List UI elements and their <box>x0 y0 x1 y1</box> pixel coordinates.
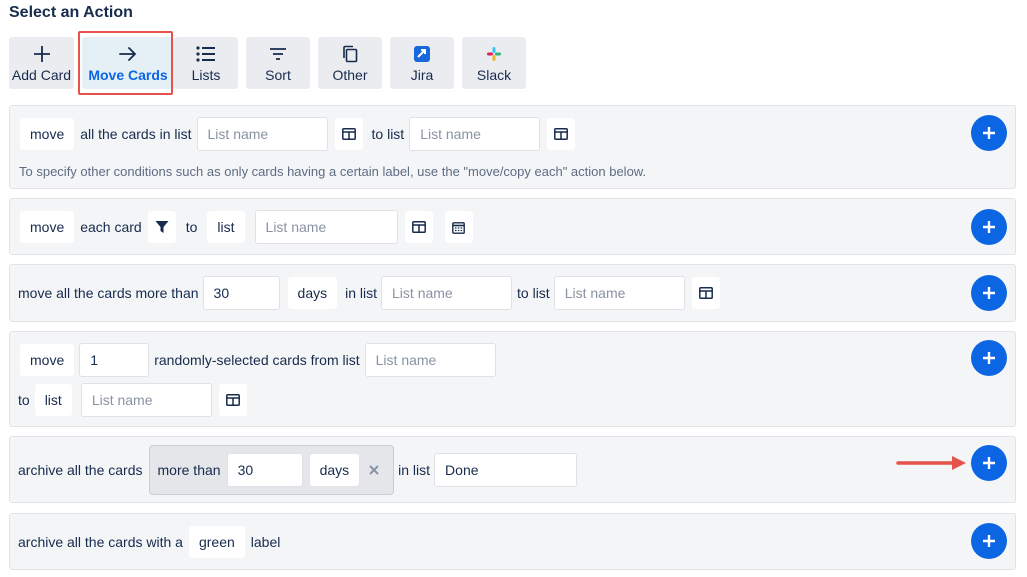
jira-icon <box>414 43 430 65</box>
tab-label: Slack <box>476 67 512 83</box>
filter-button[interactable] <box>147 211 176 243</box>
action-text: archive all the cards with a <box>18 534 183 550</box>
tab-label: Other <box>332 67 368 83</box>
tab-label: Move Cards <box>88 67 168 83</box>
board-icon <box>698 287 713 299</box>
add-action-button[interactable] <box>971 340 1007 376</box>
sort-icon <box>269 43 287 65</box>
tab-label: Jira <box>410 67 434 83</box>
tab-add-card[interactable]: Add Card <box>9 37 74 89</box>
board-picker-button[interactable] <box>218 384 247 416</box>
target-type-button[interactable]: list <box>34 384 72 416</box>
calendar-icon <box>452 221 465 234</box>
unit-button[interactable]: days <box>287 277 338 309</box>
action-archive-old-cards: archive all the cards more than 30 days … <box>9 436 1016 503</box>
arrow-right-icon <box>118 43 138 65</box>
tab-label: Sort <box>265 67 291 83</box>
list-icon <box>196 43 216 65</box>
board-icon <box>411 221 426 233</box>
tab-other[interactable]: Other <box>318 37 382 89</box>
target-list-input[interactable]: List name <box>409 117 541 151</box>
list-input[interactable]: Done <box>434 453 578 487</box>
tab-move-cards[interactable]: Move Cards <box>82 37 174 89</box>
days-input[interactable]: 30 <box>226 453 303 487</box>
action-text: move all the cards more than <box>18 285 199 301</box>
add-action-button[interactable] <box>971 445 1007 481</box>
position-picker-button[interactable] <box>444 211 473 243</box>
plus-icon <box>983 127 995 139</box>
copy-icon <box>342 43 358 65</box>
board-picker-button[interactable] <box>334 118 363 150</box>
tab-label: Lists <box>191 67 221 83</box>
action-text: in list <box>345 285 378 301</box>
move-verb-button[interactable]: move <box>20 344 75 376</box>
action-text: to list <box>371 126 405 142</box>
board-icon <box>341 128 356 140</box>
source-list-input[interactable]: List name <box>196 117 328 151</box>
add-action-button[interactable] <box>971 523 1007 559</box>
condition-text: more than <box>157 462 221 478</box>
plus-icon <box>33 43 51 65</box>
plus-icon <box>983 221 995 233</box>
target-list-input[interactable]: List name <box>80 383 212 417</box>
action-archive-label-cards: archive all the cards with a green label <box>9 513 1016 570</box>
red-arrow-annotation <box>896 456 966 470</box>
add-action-button[interactable] <box>971 209 1007 245</box>
plus-icon <box>983 535 995 547</box>
condition-group: more than 30 days <box>148 445 395 495</box>
tab-label: Add Card <box>11 67 72 83</box>
action-text: to <box>18 392 30 408</box>
board-icon <box>225 394 240 406</box>
unit-button[interactable]: days <box>309 454 360 486</box>
board-picker-button[interactable] <box>691 277 720 309</box>
action-move-each-card: move each card to list List name <box>9 198 1016 255</box>
move-verb-button[interactable]: move <box>20 211 75 243</box>
tab-slack[interactable]: Slack <box>462 37 526 89</box>
add-action-button[interactable] <box>971 115 1007 151</box>
filter-icon <box>155 221 169 233</box>
source-list-input[interactable]: List name <box>381 276 513 310</box>
target-type-button[interactable]: list <box>207 211 245 243</box>
days-input[interactable]: 30 <box>202 276 280 310</box>
remove-condition-button[interactable] <box>363 459 385 481</box>
tab-lists[interactable]: Lists <box>174 37 238 89</box>
add-action-button[interactable] <box>971 275 1007 311</box>
action-move-random-cards: move 1 randomly-selected cards from list… <box>9 331 1016 427</box>
plus-icon <box>983 287 995 299</box>
action-text: archive all the cards <box>18 462 143 478</box>
action-text: to list <box>517 285 550 301</box>
slack-icon <box>487 43 501 65</box>
action-text: in list <box>398 462 431 478</box>
tab-jira[interactable]: Jira <box>390 37 454 89</box>
help-text: To specify other conditions such as only… <box>19 164 647 179</box>
action-text: to <box>185 219 198 235</box>
action-move-all-cards: move all the cards in list List name to … <box>9 105 1016 189</box>
action-move-old-cards: move all the cards more than 30 days in … <box>9 264 1016 322</box>
close-icon <box>369 465 379 475</box>
card-count-input[interactable]: 1 <box>79 343 150 377</box>
move-verb-button[interactable]: move <box>20 118 75 150</box>
page-title: Select an Action <box>9 4 133 21</box>
target-list-input[interactable]: List name <box>254 210 398 244</box>
board-picker-button[interactable] <box>404 211 433 243</box>
tab-sort[interactable]: Sort <box>246 37 310 89</box>
action-text: randomly-selected cards from list <box>154 352 360 368</box>
target-list-input[interactable]: List name <box>553 276 685 310</box>
source-list-input[interactable]: List name <box>364 343 496 377</box>
action-text: label <box>250 534 281 550</box>
plus-icon <box>983 457 995 469</box>
action-text: each card <box>80 219 142 235</box>
board-icon <box>554 128 569 140</box>
label-color-button[interactable]: green <box>188 526 245 558</box>
plus-icon <box>983 352 995 364</box>
board-picker-button[interactable] <box>547 118 576 150</box>
action-text: all the cards in list <box>80 126 192 142</box>
